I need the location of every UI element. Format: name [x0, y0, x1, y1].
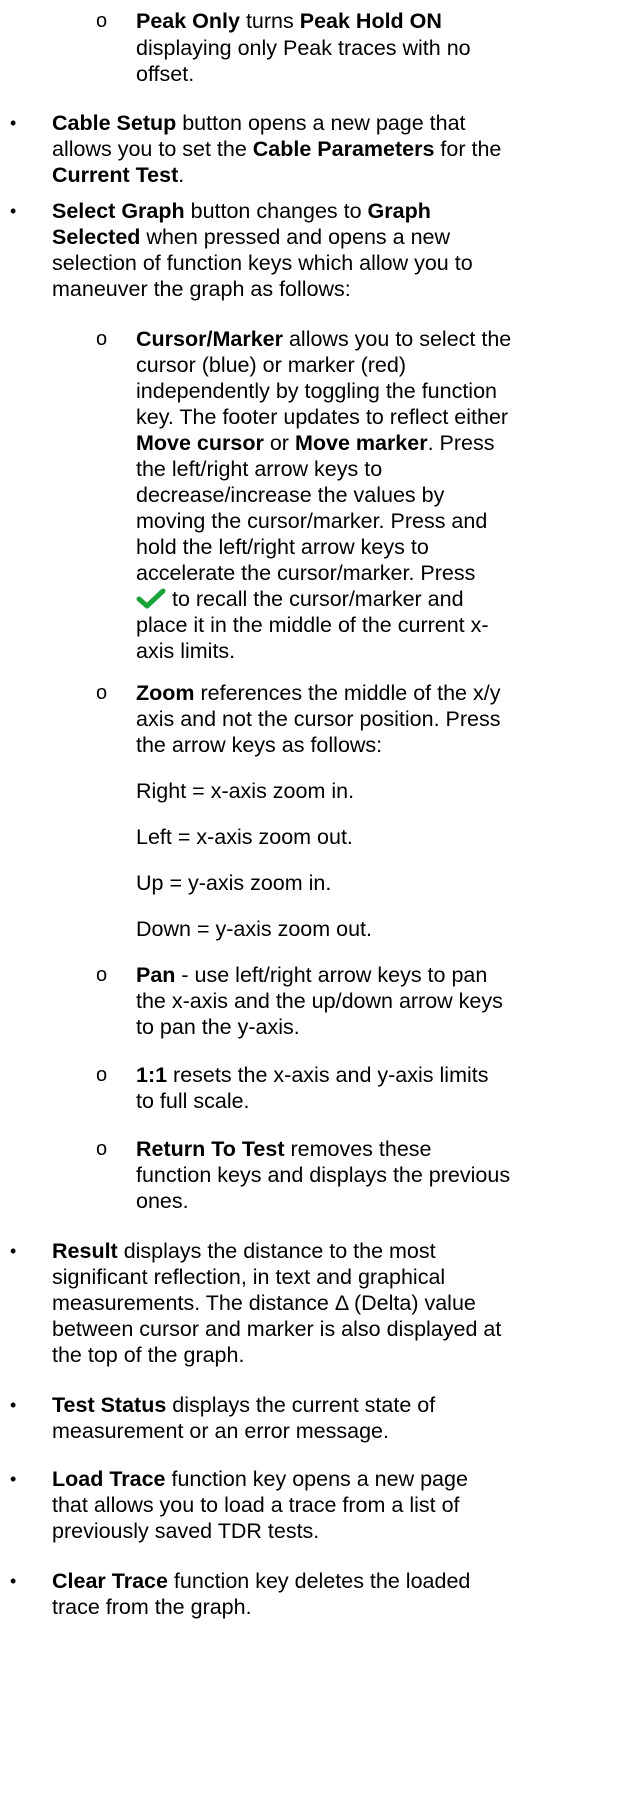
sub-bullet: o [96, 10, 108, 32]
bullet: • [10, 1241, 17, 1261]
bullet: • [10, 1395, 17, 1415]
sub-bullet: o [96, 328, 108, 350]
zoom-up: Up = y-axis zoom in. [136, 871, 332, 895]
sub-bullet: o [96, 682, 108, 704]
document-page: o Peak Only turns Peak Hold ON displayin… [0, 0, 622, 1796]
bullet: • [10, 113, 17, 133]
zoom-left: Left = x-axis zoom out. [136, 825, 353, 849]
zoom-right: Right = x-axis zoom in. [136, 779, 355, 803]
zoom-down: Down = y-axis zoom out. [136, 917, 372, 941]
peak-only-text: Peak Only turns Peak Hold ON [136, 9, 442, 33]
sub-bullet: o [96, 964, 108, 986]
sub-bullet: o [96, 1138, 108, 1160]
bullet: • [10, 1571, 17, 1591]
checkmark-icon [136, 587, 166, 609]
term: Peak Hold ON [299, 9, 442, 33]
bullet: • [10, 201, 17, 221]
bullet: • [10, 1469, 17, 1489]
term: Peak Only [136, 9, 240, 33]
sub-bullet: o [96, 1064, 108, 1086]
